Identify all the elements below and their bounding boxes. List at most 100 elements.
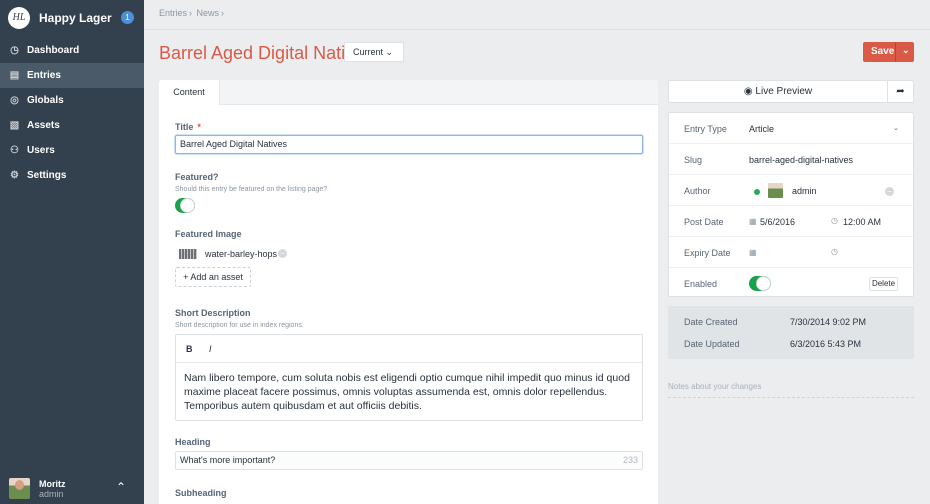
date-created-value: 7/30/2014 9:02 PM	[790, 317, 867, 327]
bold-button[interactable]: B	[186, 344, 193, 354]
nav-item-dashboard[interactable]: ◷ Dashboard	[0, 38, 144, 63]
nav-item-label: Settings	[27, 170, 67, 181]
short-description-editor: B I Nam libero tempore, cum soluta nobis…	[175, 334, 643, 421]
title-label-text: Title	[175, 122, 194, 132]
user-menu[interactable]: Moritz admin ⌃	[0, 474, 144, 504]
breadcrumb-entries[interactable]: Entries	[159, 8, 187, 18]
page-title: Barrel Aged Digital Natives	[159, 43, 374, 63]
featured-toggle[interactable]	[175, 198, 195, 213]
header-divider	[144, 29, 930, 30]
nav-item-label: Users	[27, 145, 55, 156]
slug-input[interactable]: barrel-aged-digital-natives	[749, 155, 853, 165]
entry-type-select[interactable]: Article	[749, 124, 774, 134]
notes-underline	[668, 397, 914, 398]
featured-field-label: Featured?	[175, 172, 219, 182]
expiry-date-row: Expiry Date ▦ ◷	[669, 237, 913, 268]
breadcrumb-separator: ›	[221, 8, 225, 18]
avatar	[9, 478, 30, 499]
dashboard-icon: ◷	[10, 45, 19, 56]
notification-badge[interactable]: 1	[121, 11, 134, 24]
tab-content[interactable]: Content	[159, 80, 220, 105]
nav-item-entries[interactable]: ▤ Entries	[0, 63, 144, 88]
rich-text-body[interactable]: Nam libero tempore, cum soluta nobis est…	[184, 371, 636, 413]
status-dot	[754, 189, 760, 195]
users-icon: ⚇	[10, 145, 19, 156]
entries-icon: ▤	[9, 70, 20, 81]
enabled-toggle[interactable]	[749, 276, 771, 291]
clock-icon: ◷	[831, 216, 838, 225]
nav-item-label: Dashboard	[27, 45, 80, 56]
date-updated-label: Date Updated	[684, 339, 740, 349]
gear-icon: ⚙	[10, 170, 19, 181]
author-row: Author admin –	[669, 175, 913, 206]
entry-dates-pane: Date Created 7/30/2014 9:02 PM Date Upda…	[668, 306, 914, 359]
revision-label: Current	[353, 47, 384, 57]
breadcrumb-separator: ›	[189, 8, 193, 18]
title-input[interactable]: Barrel Aged Digital Natives	[175, 135, 643, 154]
share-icon[interactable]: ➦	[887, 81, 913, 102]
featured-image-label: Featured Image	[175, 229, 242, 239]
required-indicator: *	[197, 122, 201, 132]
chevron-down-icon: ⌄	[385, 47, 394, 57]
main-nav: ◷ Dashboard ▤ Entries ◎ Globals ▧ Assets…	[0, 38, 144, 188]
save-button[interactable]: Save	[871, 46, 894, 57]
entry-type-label: Entry Type	[684, 124, 727, 134]
author-avatar	[768, 183, 783, 198]
save-options-chevron-icon[interactable]: ⌄	[902, 45, 910, 56]
rich-text-toolbar: B I	[176, 335, 642, 363]
post-date-label: Post Date	[684, 217, 724, 227]
heading-input[interactable]: What's more important? 233	[175, 451, 643, 470]
character-count: 233	[622, 455, 638, 465]
site-logo: HL	[8, 7, 30, 29]
remove-icon[interactable]: –	[278, 249, 287, 258]
date-created-label: Date Created	[684, 317, 738, 327]
slug-label: Slug	[684, 155, 703, 165]
live-preview-button[interactable]: ◉ Live Preview	[669, 81, 887, 102]
nav-item-users[interactable]: ⚇ Users	[0, 138, 144, 163]
revision-menu-button[interactable]: Current ⌄	[344, 42, 405, 62]
expiry-date-label: Expiry Date	[684, 248, 731, 258]
add-asset-button[interactable]: + Add an asset	[175, 267, 251, 287]
short-description-label: Short Description	[175, 308, 251, 318]
nav-item-label: Assets	[27, 120, 60, 131]
featured-field-help: Should this entry be featured on the lis…	[175, 186, 328, 193]
clock-icon[interactable]: ◷	[831, 247, 838, 256]
delete-button[interactable]: Delete	[869, 277, 898, 291]
live-preview-label: Live Preview	[755, 86, 813, 97]
user-role: admin	[39, 489, 64, 499]
chevron-down-icon[interactable]: ⌄	[893, 124, 899, 132]
nav-item-label: Entries	[27, 70, 61, 81]
site-switcher[interactable]: HL Happy Lager 1	[8, 7, 136, 31]
user-name: Moritz	[39, 479, 66, 489]
add-asset-label: Add an asset	[190, 272, 243, 282]
asset-thumbnail	[179, 249, 197, 259]
title-field-label: Title *	[175, 122, 201, 132]
live-preview-bar: ◉ Live Preview ➦	[668, 80, 914, 103]
calendar-icon: ▦	[749, 217, 757, 226]
nav-item-settings[interactable]: ⚙ Settings	[0, 163, 144, 188]
post-time-input[interactable]: 12:00 AM	[843, 217, 881, 227]
italic-button[interactable]: I	[209, 344, 212, 354]
heading-value: What's more important?	[180, 455, 276, 465]
site-name[interactable]: Happy Lager	[39, 11, 112, 25]
entry-settings-pane: Entry Type Article ⌄ Slug barrel-aged-di…	[668, 112, 914, 297]
remove-icon[interactable]: –	[885, 187, 894, 196]
global-sidebar: HL Happy Lager 1 ◷ Dashboard ▤ Entries ◎…	[0, 0, 144, 504]
slug-row: Slug barrel-aged-digital-natives	[669, 144, 913, 175]
entry-type-row: Entry Type Article ⌄	[669, 113, 913, 144]
post-date-input[interactable]: 5/6/2016	[760, 217, 795, 227]
date-updated-value: 6/3/2016 5:43 PM	[790, 339, 862, 349]
revision-notes-input[interactable]: Notes about your changes	[668, 382, 914, 391]
breadcrumb-news[interactable]: News	[197, 8, 220, 18]
chevron-up-icon[interactable]: ⌃	[116, 480, 126, 494]
nav-item-label: Globals	[27, 95, 64, 106]
author-label: Author	[684, 186, 711, 196]
eye-icon: ◉	[743, 86, 756, 97]
entry-content-pane: Content Title * Barrel Aged Digital Nativ…	[159, 80, 658, 504]
save-divider	[895, 42, 896, 62]
calendar-icon[interactable]: ▦	[749, 248, 757, 257]
tab-bar: Content	[159, 80, 658, 105]
nav-item-globals[interactable]: ◎ Globals	[0, 88, 144, 113]
author-name[interactable]: admin	[792, 186, 817, 196]
nav-item-assets[interactable]: ▧ Assets	[0, 113, 144, 138]
